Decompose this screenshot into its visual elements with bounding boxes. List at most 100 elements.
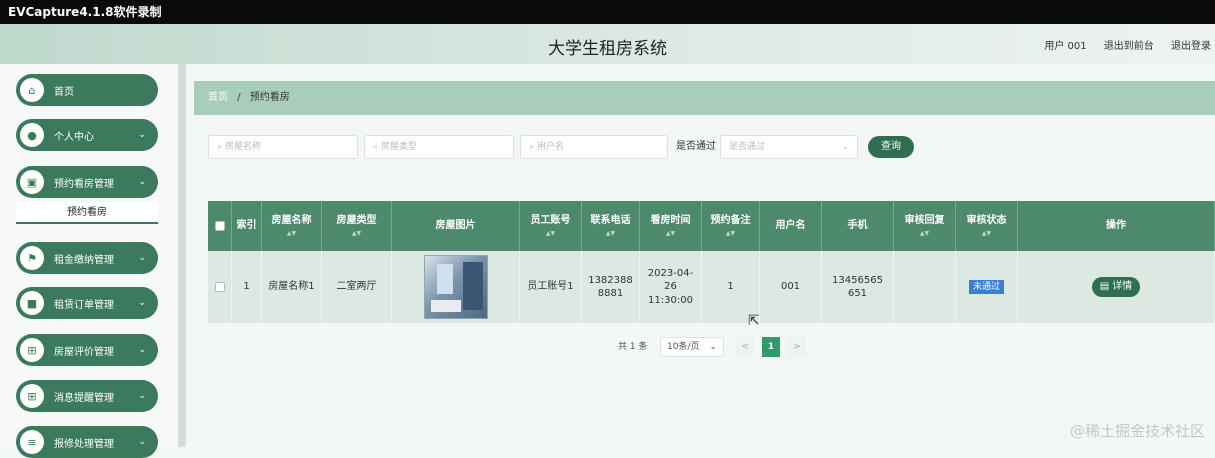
cell-mobile: 13456565651 xyxy=(822,251,894,323)
sidebar-item-label: 预约看房管理 xyxy=(54,178,114,190)
column-title: 索引 xyxy=(236,220,257,232)
video-icon: ■ xyxy=(20,291,44,315)
col-header-house-image: 房屋图片 xyxy=(392,201,520,251)
column-title: 手机 xyxy=(847,220,868,232)
breadcrumb-current: 预约看房 xyxy=(249,92,290,103)
sort-icon: ▲▼ xyxy=(665,229,676,237)
table-row: 1 房屋名称1 二室两厅 员工账号1 13823888881 2023-04-2… xyxy=(208,251,1215,323)
next-page-button[interactable]: > xyxy=(788,337,806,357)
header-links: 用户 001 退出到前台 退出登录 xyxy=(1030,37,1211,52)
column-title: 用户名 xyxy=(775,220,806,232)
sort-icon: ▲▼ xyxy=(351,229,362,237)
calendar-icon: ▣ xyxy=(20,170,44,194)
flag-icon: ⚑ xyxy=(20,246,44,270)
input-placeholder: 用户名 xyxy=(537,142,565,152)
column-title: 审核回复 xyxy=(904,215,945,227)
select-all-checkbox[interactable] xyxy=(214,221,225,231)
col-header-action: 操作 xyxy=(1018,201,1215,251)
username-input[interactable]: ⌕ 用户名 xyxy=(520,135,668,159)
sort-icon: ▲▼ xyxy=(981,229,992,237)
sort-icon: ▲▼ xyxy=(286,229,297,237)
column-title: 审核状态 xyxy=(966,215,1007,227)
house-name-input[interactable]: ⌕ 房屋名称 xyxy=(208,135,358,159)
row-select-cell xyxy=(208,251,232,323)
sidebar-item-label: 租金缴纳管理 xyxy=(54,254,114,266)
column-title: 预约备注 xyxy=(710,215,751,227)
col-header-username[interactable]: 用户名 xyxy=(760,201,822,251)
sort-icon: ▲▼ xyxy=(545,229,556,237)
cell-username: 001 xyxy=(760,251,822,323)
top-header: 大学生租房系统 用户 001 退出到前台 退出登录 xyxy=(0,24,1215,64)
input-placeholder: 房屋名称 xyxy=(225,142,262,152)
sort-icon: ▲▼ xyxy=(919,229,930,237)
page-number-1[interactable]: 1 xyxy=(762,337,780,357)
chevron-down-icon: ⌄ xyxy=(138,298,146,308)
status-badge: 未通过 xyxy=(968,279,1004,295)
col-header-staff-account[interactable]: 员工账号 ▲▼ xyxy=(520,201,582,251)
logout-link[interactable]: 退出登录 xyxy=(1171,41,1211,52)
sidebar-item-reviews[interactable]: ⊞ 房屋评价管理 ⌄ xyxy=(16,334,158,366)
chevron-down-icon: ⌄ xyxy=(138,177,146,187)
search-icon: ⌕ xyxy=(529,142,535,152)
sidebar-item-label: 消息提醒管理 xyxy=(54,392,114,404)
sidebar-item-home[interactable]: ⌂ 首页 xyxy=(16,74,158,106)
pagination-total: 共 1 条 xyxy=(618,342,648,352)
sidebar-item-orders[interactable]: ■ 租赁订单管理 ⌄ xyxy=(16,287,158,319)
col-header-remark[interactable]: 预约备注 ▲▼ xyxy=(702,201,760,251)
search-icon: ⌕ xyxy=(217,142,223,152)
col-header-status[interactable]: 审核状态 ▲▼ xyxy=(956,201,1018,251)
col-header-reply[interactable]: 审核回复 ▲▼ xyxy=(894,201,956,251)
cell-action: ▤ 详情 xyxy=(1018,251,1215,323)
cell-index: 1 xyxy=(232,251,262,323)
sidebar-item-label: 报修处理管理 xyxy=(54,438,114,450)
pass-filter-select[interactable]: 是否通过 ⌄ xyxy=(720,135,858,159)
breadcrumb: 首页 / 预约看房 xyxy=(194,81,1215,115)
col-header-house-type[interactable]: 房屋类型 ▲▼ xyxy=(322,201,392,251)
column-title: 员工账号 xyxy=(530,215,571,227)
col-header-house-name[interactable]: 房屋名称 ▲▼ xyxy=(262,201,322,251)
back-to-front-link[interactable]: 退出到前台 xyxy=(1104,41,1154,52)
mouse-cursor-icon: ⇱ xyxy=(748,313,760,329)
col-header-view-time[interactable]: 看房时间 ▲▼ xyxy=(640,201,702,251)
sidebar-item-booking[interactable]: ▣ 预约看房管理 ⌄ xyxy=(16,166,158,198)
main-content: 首页 / 预约看房 ⌕ 房屋名称 ⌕ 房屋类型 ⌕ 用户名 是否通过 是否通过 ⌄ 查… xyxy=(186,64,1215,447)
sidebar-item-label: 首页 xyxy=(54,86,74,98)
house-type-input[interactable]: ⌕ 房屋类型 xyxy=(364,135,514,159)
col-header-index[interactable]: 索引 xyxy=(232,201,262,251)
column-title: 操作 xyxy=(1106,220,1126,232)
watermark: @稀土掘金技术社区 xyxy=(1069,422,1205,440)
page-size-value: 10条/页 xyxy=(667,342,700,352)
cell-staff-account: 员工账号1 xyxy=(520,251,582,323)
sort-icon: ▲▼ xyxy=(725,229,736,237)
breadcrumb-home[interactable]: 首页 xyxy=(208,92,228,103)
chevron-down-icon: ⌄ xyxy=(138,391,146,401)
chevron-down-icon: ⌄ xyxy=(841,142,849,152)
breadcrumb-separator: / xyxy=(237,92,241,103)
sidebar-divider xyxy=(178,64,186,447)
cell-house-name: 房屋名称1 xyxy=(262,251,322,323)
chevron-down-icon: ⌄ xyxy=(138,437,146,447)
cell-status: 未通过 xyxy=(956,251,1018,323)
grid-icon: ⊞ xyxy=(20,384,44,408)
sidebar-item-messages[interactable]: ⊞ 消息提醒管理 ⌄ xyxy=(16,380,158,412)
select-all-cell xyxy=(208,201,232,251)
prev-page-button[interactable]: < xyxy=(736,337,754,357)
sort-icon: ▲▼ xyxy=(605,229,616,237)
sidebar-item-profile[interactable]: ● 个人中心 ⌄ xyxy=(16,119,158,151)
row-checkbox[interactable] xyxy=(214,282,225,292)
house-thumbnail[interactable] xyxy=(423,255,488,319)
chevron-down-icon: ⌄ xyxy=(709,342,717,352)
col-header-mobile[interactable]: 手机 xyxy=(822,201,894,251)
detail-button[interactable]: ▤ 详情 xyxy=(1092,277,1140,297)
sidebar-item-label: 个人中心 xyxy=(54,131,94,143)
recorder-title-bar: EVCapture4.1.8软件录制 xyxy=(0,0,1215,24)
sidebar-item-repairs[interactable]: ≡ 报修处理管理 ⌄ xyxy=(16,426,158,458)
chevron-down-icon: ⌄ xyxy=(138,253,146,263)
query-button[interactable]: 查询 xyxy=(868,136,914,158)
chevron-down-icon: ⌄ xyxy=(138,345,146,355)
sidebar-subitem-booking[interactable]: 预约看房 xyxy=(16,202,158,224)
col-header-phone[interactable]: 联系电话 ▲▼ xyxy=(582,201,640,251)
page-size-select[interactable]: 10条/页 ⌄ xyxy=(660,337,724,357)
sidebar-item-rent[interactable]: ⚑ 租金缴纳管理 ⌄ xyxy=(16,242,158,274)
cell-house-type: 二室两厅 xyxy=(322,251,392,323)
